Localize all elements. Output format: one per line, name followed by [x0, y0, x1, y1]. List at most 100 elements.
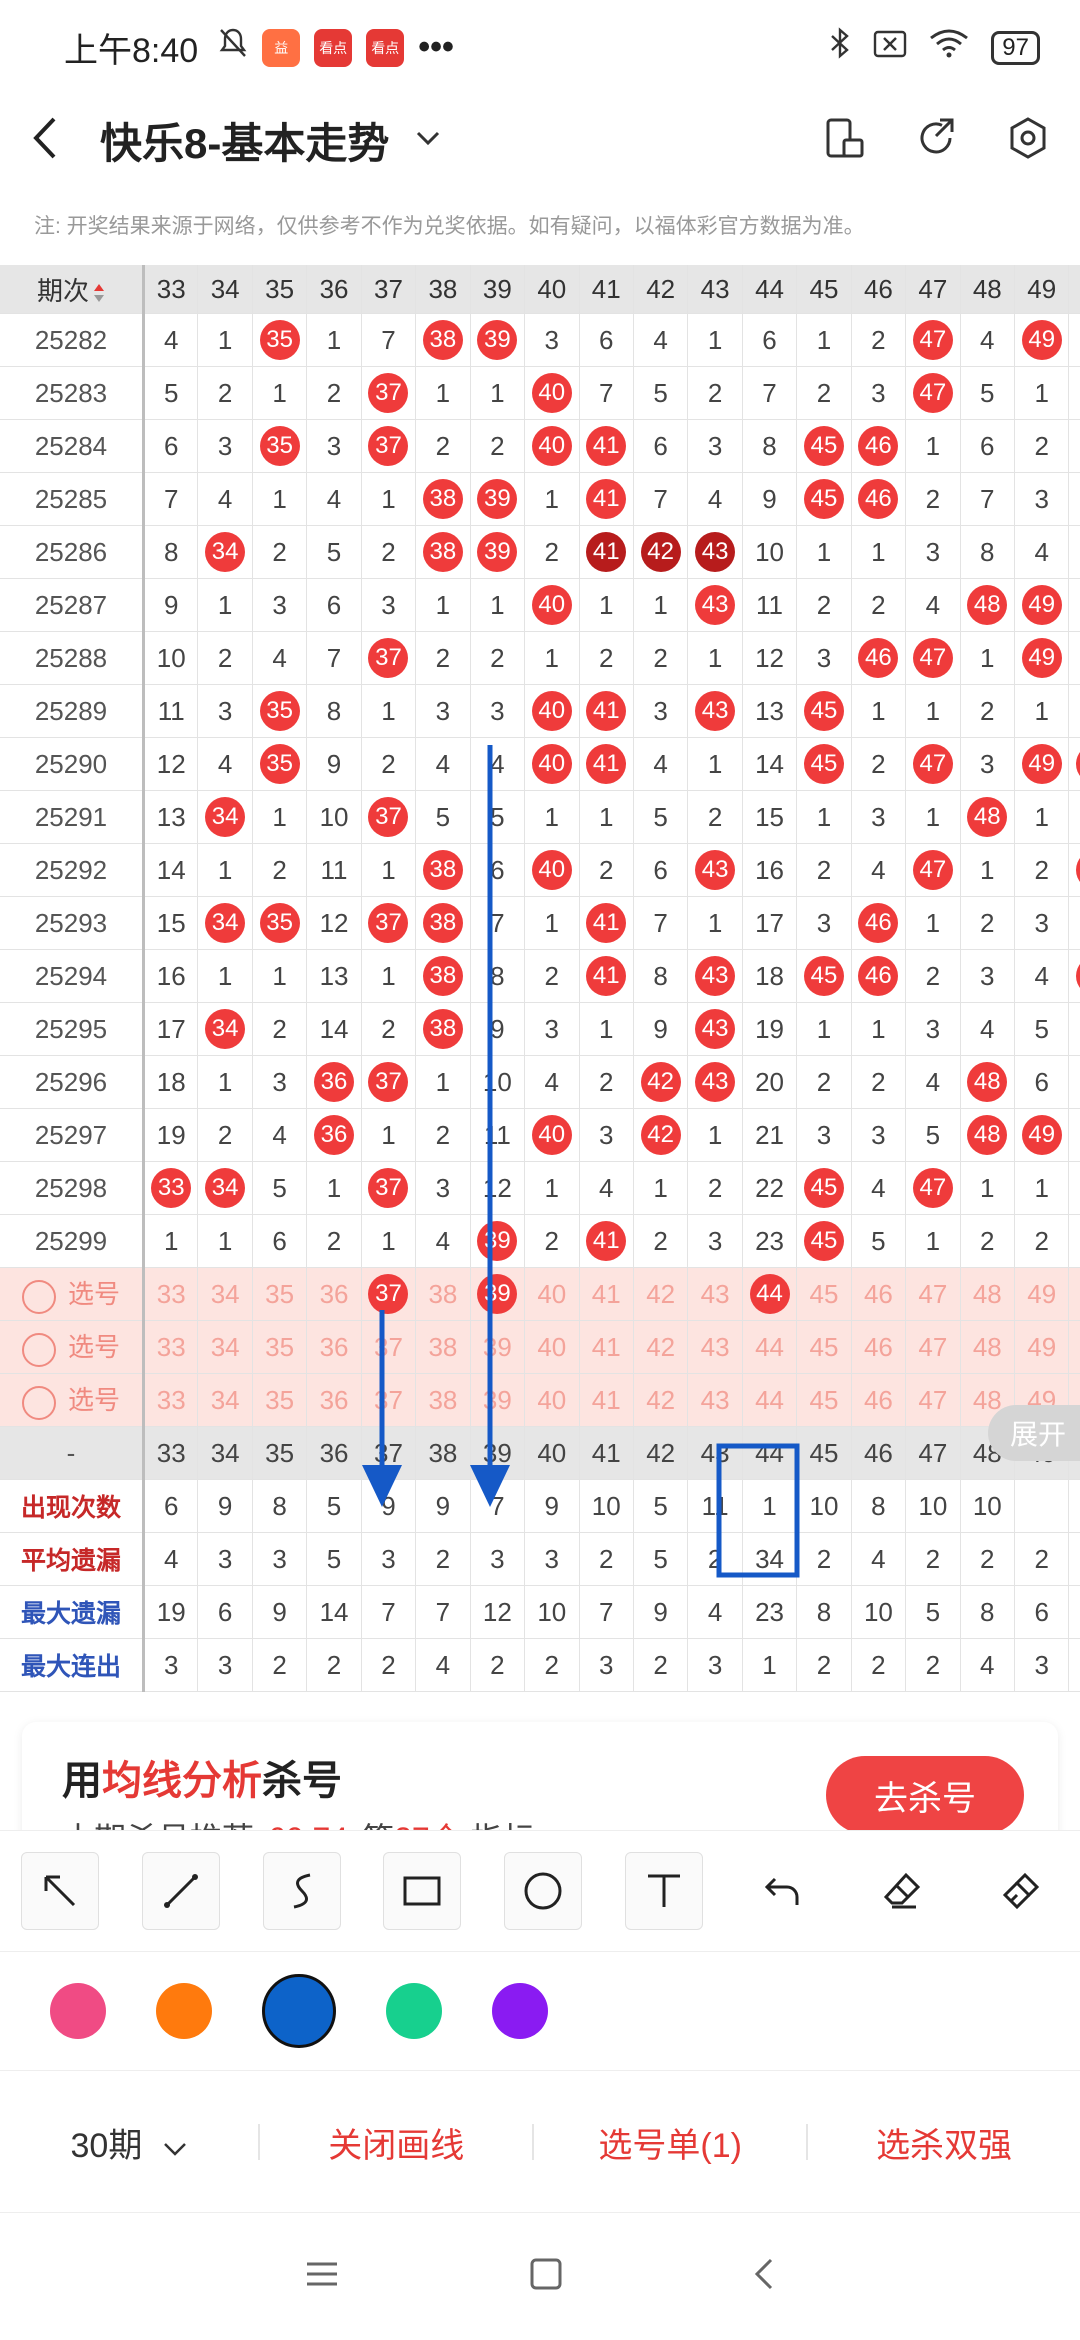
- back-icon[interactable]: [30, 115, 60, 166]
- pick-cell[interactable]: 48: [960, 1320, 1016, 1374]
- column-header: 41: [579, 265, 634, 314]
- pick-cell[interactable]: 41: [579, 1373, 634, 1427]
- clear-brush-icon[interactable]: [983, 1853, 1059, 1929]
- pick-cell[interactable]: 35: [252, 1373, 308, 1427]
- pick-cell[interactable]: 46: [851, 1267, 907, 1321]
- pick-kill-button[interactable]: 选杀双强: [808, 2118, 1080, 2167]
- pick-cell[interactable]: 46: [851, 1373, 907, 1427]
- rectangle-tool-icon[interactable]: [383, 1852, 462, 1930]
- stat-cell: 7: [470, 1479, 526, 1533]
- pick-cell[interactable]: 5: [1068, 1320, 1080, 1374]
- pick-cell[interactable]: 41: [579, 1267, 634, 1321]
- pick-cell[interactable]: 48: [960, 1267, 1016, 1321]
- pick-cell[interactable]: 45: [796, 1373, 852, 1427]
- pick-cell[interactable]: 39: [470, 1320, 526, 1374]
- expand-button[interactable]: 展开: [988, 1405, 1080, 1461]
- pick-cell[interactable]: 43: [687, 1373, 743, 1427]
- line-tool-icon[interactable]: [141, 1852, 220, 1930]
- pick-cell[interactable]: 40: [524, 1373, 580, 1427]
- omission-cell: 4: [252, 631, 308, 685]
- color-swatch-purple[interactable]: [492, 1982, 548, 2039]
- pick-cell[interactable]: 49: [1014, 1320, 1070, 1374]
- pick-cell[interactable]: 36: [306, 1267, 362, 1321]
- pick-label[interactable]: 选号: [0, 1373, 145, 1427]
- pick-cell[interactable]: 38: [415, 1373, 471, 1427]
- number-ball: 37: [368, 797, 409, 837]
- period-cell: 25286: [0, 525, 145, 579]
- menu-icon[interactable]: [305, 2260, 339, 2293]
- chevron-down-icon[interactable]: [415, 129, 441, 152]
- pick-cell[interactable]: 40: [524, 1267, 580, 1321]
- pick-label[interactable]: 选号: [0, 1267, 145, 1321]
- pick-cell[interactable]: 39: [470, 1373, 526, 1427]
- pick-cell[interactable]: 49: [1014, 1267, 1070, 1321]
- pick-cell[interactable]: 43: [687, 1320, 743, 1374]
- pick-cell[interactable]: 37: [361, 1267, 417, 1321]
- pick-cell[interactable]: 37: [361, 1373, 417, 1427]
- pick-cell[interactable]: 33: [143, 1267, 199, 1321]
- status-time: 上午8:40: [64, 32, 199, 70]
- arrow-tool-icon[interactable]: [21, 1852, 100, 1930]
- omission-cell: 9: [742, 472, 798, 526]
- pick-cell[interactable]: 5: [1068, 1267, 1080, 1321]
- pick-cell[interactable]: 37: [361, 1320, 417, 1374]
- pick-cell[interactable]: 45: [796, 1267, 852, 1321]
- pick-cell[interactable]: 47: [905, 1267, 961, 1321]
- pick-cell[interactable]: 36: [306, 1320, 362, 1374]
- pick-cell[interactable]: 39: [470, 1267, 526, 1321]
- kill-number-button[interactable]: 去杀号: [826, 1756, 1024, 1834]
- period-select[interactable]: 30期: [0, 2118, 258, 2167]
- pick-cell[interactable]: 34: [197, 1320, 253, 1374]
- close-drawing-button[interactable]: 关闭画线: [260, 2118, 532, 2167]
- pick-cell[interactable]: 35: [252, 1267, 308, 1321]
- color-swatch-orange[interactable]: [156, 1982, 212, 2039]
- omission-cell: 4: [252, 1108, 308, 1162]
- color-swatch-pink[interactable]: [50, 1982, 106, 2039]
- pick-cell[interactable]: 42: [633, 1267, 689, 1321]
- bluetooth-icon: [829, 27, 851, 68]
- stat-row: 出现次数6985997910511110810101: [0, 1479, 1080, 1533]
- home-icon[interactable]: [529, 2257, 563, 2296]
- pick-cell[interactable]: 45: [796, 1320, 852, 1374]
- screen-rotate-icon[interactable]: [822, 116, 866, 165]
- pick-cell[interactable]: 36: [306, 1373, 362, 1427]
- pick-cell[interactable]: 38: [415, 1267, 471, 1321]
- circle-tool-icon[interactable]: [503, 1852, 582, 1930]
- pick-cell[interactable]: 34: [197, 1267, 253, 1321]
- page-title[interactable]: 快乐8-基本走势: [100, 110, 389, 171]
- pick-cell[interactable]: 44: [742, 1373, 798, 1427]
- pick-cell[interactable]: 34: [197, 1373, 253, 1427]
- period-header[interactable]: 期次: [0, 265, 145, 314]
- pick-cell[interactable]: 44: [742, 1267, 798, 1321]
- color-swatch-blue[interactable]: [262, 1973, 336, 2048]
- omission-cell: 1: [579, 1002, 634, 1056]
- text-tool-icon[interactable]: [624, 1852, 703, 1930]
- pick-cell[interactable]: 40: [524, 1320, 580, 1374]
- pick-label[interactable]: 选号: [0, 1320, 145, 1374]
- pick-cell[interactable]: 35: [252, 1320, 308, 1374]
- number-ball: 44: [749, 1274, 790, 1314]
- settings-icon[interactable]: [1006, 116, 1050, 165]
- column-header: 48: [960, 265, 1016, 314]
- curve-tool-icon[interactable]: [262, 1852, 341, 1930]
- eraser-icon[interactable]: [864, 1853, 940, 1929]
- pick-cell[interactable]: 47: [905, 1373, 961, 1427]
- pick-cell[interactable]: 43: [687, 1267, 743, 1321]
- pick-cell[interactable]: 38: [415, 1320, 471, 1374]
- share-icon[interactable]: [914, 116, 958, 165]
- pick-cell[interactable]: 42: [633, 1373, 689, 1427]
- omission-cell: 3: [905, 525, 961, 579]
- pick-cell[interactable]: 46: [851, 1320, 907, 1374]
- color-swatch-green[interactable]: [386, 1982, 442, 2039]
- undo-icon[interactable]: [745, 1853, 821, 1929]
- pick-list-button[interactable]: 选号单(1): [534, 2118, 806, 2167]
- pick-cell[interactable]: 44: [742, 1320, 798, 1374]
- number-ball: 41: [586, 744, 627, 784]
- pick-cell[interactable]: 47: [905, 1320, 961, 1374]
- pick-cell[interactable]: 33: [143, 1373, 199, 1427]
- back-nav-icon[interactable]: [753, 2257, 775, 2296]
- pick-cell[interactable]: 33: [143, 1320, 199, 1374]
- omission-cell: 6: [1068, 578, 1080, 632]
- pick-cell[interactable]: 42: [633, 1320, 689, 1374]
- pick-cell[interactable]: 41: [579, 1320, 634, 1374]
